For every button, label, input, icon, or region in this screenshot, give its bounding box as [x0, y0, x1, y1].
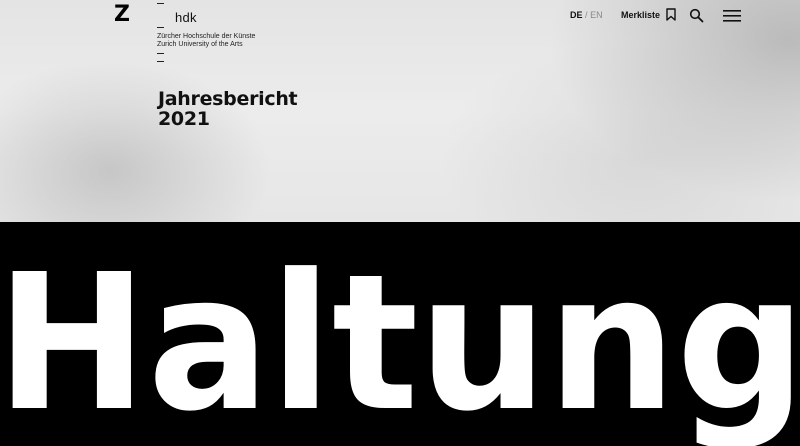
zhdk-logo[interactable]: Z — [114, 4, 130, 26]
hdk-link[interactable]: hdk — [175, 10, 197, 25]
language-switcher: DE / EN — [570, 10, 603, 20]
hamburger-icon — [723, 10, 741, 27]
lang-separator: / — [585, 10, 588, 20]
page-title-line1: Jahresbericht — [158, 88, 298, 110]
search-icon — [689, 8, 704, 27]
banner-word-text: Haltung — [0, 234, 800, 446]
merkliste-button[interactable]: Merkliste — [621, 8, 676, 21]
institution-name-en: Zurich University of the Arts — [157, 41, 243, 48]
page-title-line2: 2021 — [158, 108, 210, 130]
institution-name-de: Zürcher Hochschule der Künste — [157, 33, 256, 40]
lang-en-link[interactable]: EN — [590, 10, 603, 20]
menu-button[interactable] — [723, 9, 741, 23]
page-title: Jahresbericht 2021 — [158, 88, 298, 130]
divider — [157, 53, 164, 54]
divider — [157, 27, 164, 28]
merkliste-label: Merkliste — [621, 9, 661, 20]
divider — [157, 61, 164, 62]
bookmark-icon — [666, 8, 676, 21]
hero-section: Z hdk Zürcher Hochschule der Künste Zuri… — [0, 0, 800, 222]
lang-de-link[interactable]: DE — [570, 10, 583, 20]
banner-word: Haltung — [0, 200, 800, 446]
divider — [157, 3, 164, 4]
search-button[interactable] — [689, 8, 704, 23]
